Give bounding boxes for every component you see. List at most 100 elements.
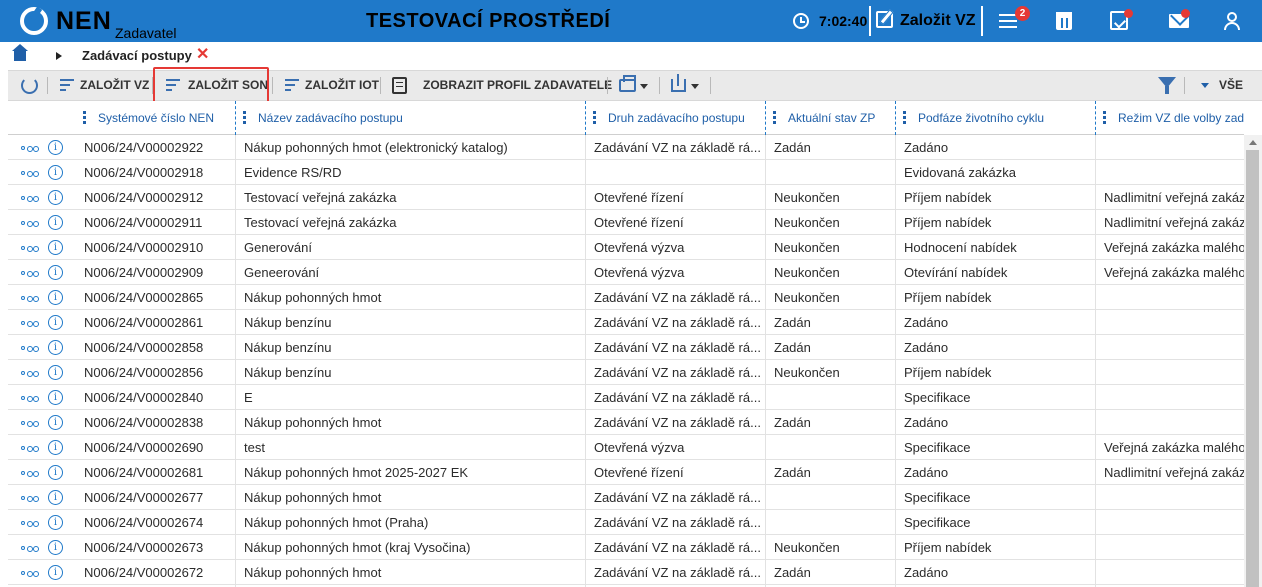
filter-all-dropdown[interactable]: VŠE	[1219, 78, 1243, 92]
column-divider[interactable]	[895, 101, 896, 135]
edit-icon[interactable]	[876, 11, 893, 28]
table-row[interactable]: i N006/24/V00002912 Testovací veřejná zaká…	[8, 185, 1244, 210]
table-row[interactable]: i N006/24/V00002672 Nákup pohonných hmot Za…	[8, 560, 1244, 585]
info-icon[interactable]: i	[48, 565, 63, 580]
more-dots-icon[interactable]	[21, 571, 39, 577]
more-dots-icon[interactable]	[21, 421, 39, 427]
cell-regime	[1104, 535, 1244, 560]
info-icon[interactable]: i	[48, 265, 63, 280]
more-dots-icon[interactable]	[21, 396, 39, 402]
more-dots-icon[interactable]	[21, 296, 39, 302]
table-row[interactable]: i N006/24/V00002838 Nákup pohonných hmot Za…	[8, 410, 1244, 435]
info-icon[interactable]: i	[48, 365, 63, 380]
home-icon[interactable]	[12, 44, 28, 61]
create-iot-button[interactable]: ZALOŽIT IOT	[305, 78, 379, 92]
more-dots-icon[interactable]	[21, 471, 39, 477]
column-header-regime[interactable]: Režim VZ dle volby zad	[1118, 101, 1244, 135]
column-header-system-number[interactable]: Systémové číslo NEN	[98, 101, 234, 135]
scroll-up-icon[interactable]	[1249, 140, 1257, 145]
column-menu-icon[interactable]	[83, 111, 86, 125]
list-icon[interactable]	[60, 79, 74, 91]
chevron-down-icon[interactable]	[691, 84, 699, 89]
column-divider[interactable]	[585, 101, 586, 135]
info-icon[interactable]: i	[48, 215, 63, 230]
column-header-name[interactable]: Název zadávacího postupu	[258, 101, 584, 135]
table-row[interactable]: i N006/24/V00002910 Generování Otevřená výz…	[8, 235, 1244, 260]
info-icon[interactable]: i	[48, 465, 63, 480]
show-profile-button[interactable]: ZOBRAZIT PROFIL ZADAVATELE	[423, 78, 612, 92]
info-icon[interactable]: i	[48, 390, 63, 405]
table-row[interactable]: i N006/24/V00002918 Evidence RS/RD Evidovan…	[8, 160, 1244, 185]
table-row[interactable]: i N006/24/V00002673 Nákup pohonných hmot (…	[8, 535, 1244, 560]
table-row[interactable]: i N006/24/V00002909 Geneerování Otevřená vý…	[8, 260, 1244, 285]
info-icon[interactable]: i	[48, 340, 63, 355]
more-dots-icon[interactable]	[21, 321, 39, 327]
column-header-state[interactable]: Aktuální stav ZP	[788, 101, 894, 135]
column-menu-icon[interactable]	[903, 111, 906, 125]
column-divider[interactable]	[1095, 101, 1096, 135]
table-row[interactable]: i N006/24/V00002856 Nákup benzínu Zadávání …	[8, 360, 1244, 385]
more-dots-icon[interactable]	[21, 446, 39, 452]
table-row[interactable]: i N006/24/V00002840 E Zadávání VZ na základ…	[8, 385, 1244, 410]
info-icon[interactable]: i	[48, 490, 63, 505]
column-menu-icon[interactable]	[593, 111, 596, 125]
breadcrumb-current[interactable]: Zadávací postupy	[82, 48, 192, 64]
share-icon[interactable]	[671, 74, 686, 92]
logo-ring-icon[interactable]	[20, 7, 48, 35]
more-dots-icon[interactable]	[21, 146, 39, 152]
logo-text[interactable]: NEN	[56, 7, 112, 35]
info-icon[interactable]: i	[48, 190, 63, 205]
more-dots-icon[interactable]	[21, 171, 39, 177]
column-menu-icon[interactable]	[773, 111, 776, 125]
chevron-down-icon[interactable]	[640, 84, 648, 89]
table-row[interactable]: i N006/24/V00002865 Nákup pohonných hmot Za…	[8, 285, 1244, 310]
more-dots-icon[interactable]	[21, 271, 39, 277]
info-icon[interactable]: i	[48, 140, 63, 155]
more-dots-icon[interactable]	[21, 496, 39, 502]
info-icon[interactable]: i	[48, 515, 63, 530]
more-dots-icon[interactable]	[21, 246, 39, 252]
column-menu-icon[interactable]	[1103, 111, 1106, 125]
more-dots-icon[interactable]	[21, 346, 39, 352]
table-row[interactable]: i N006/24/V00002922 Nákup pohonných hmot (…	[8, 135, 1244, 160]
cell-name: E	[244, 390, 253, 405]
refresh-icon[interactable]	[21, 77, 38, 94]
info-icon[interactable]: i	[48, 540, 63, 555]
column-header-subphase[interactable]: Podfáze životního cyklu	[918, 101, 1094, 135]
more-dots-icon[interactable]	[21, 196, 39, 202]
close-tab-icon[interactable]: ✕	[196, 47, 209, 63]
table-row[interactable]: i N006/24/V00002674 Nákup pohonných hmot (…	[8, 510, 1244, 535]
menu-icon[interactable]	[999, 14, 1017, 28]
more-dots-icon[interactable]	[21, 371, 39, 377]
calculator-icon[interactable]	[1056, 12, 1072, 30]
table-row[interactable]: i N006/24/V00002911 Testovací veřejná zaká…	[8, 210, 1244, 235]
print-icon[interactable]	[619, 75, 636, 92]
info-icon[interactable]: i	[48, 415, 63, 430]
profile-icon[interactable]	[392, 77, 407, 94]
filter-icon[interactable]	[1158, 77, 1176, 94]
list-icon[interactable]	[285, 79, 299, 91]
column-divider[interactable]	[235, 101, 236, 135]
column-header-type[interactable]: Druh zadávacího postupu	[608, 101, 764, 135]
scrollbar-thumb[interactable]	[1246, 150, 1259, 587]
info-icon[interactable]: i	[48, 165, 63, 180]
table-row[interactable]: i N006/24/V00002690 test Otevřená výzva Spec…	[8, 435, 1244, 460]
table-row[interactable]: i N006/24/V00002861 Nákup benzínu Zadávání …	[8, 310, 1244, 335]
column-menu-icon[interactable]	[243, 111, 246, 125]
create-vz-toolbar-button[interactable]: ZALOŽIT VZ	[80, 78, 149, 92]
column-divider[interactable]	[765, 101, 766, 135]
toolbar-divider	[659, 77, 660, 94]
more-dots-icon[interactable]	[21, 221, 39, 227]
user-icon[interactable]	[1224, 12, 1240, 30]
more-dots-icon[interactable]	[21, 546, 39, 552]
info-icon[interactable]: i	[48, 315, 63, 330]
info-icon[interactable]: i	[48, 290, 63, 305]
table-row[interactable]: i N006/24/V00002677 Nákup pohonných hmot Za…	[8, 485, 1244, 510]
info-icon[interactable]: i	[48, 240, 63, 255]
info-icon[interactable]: i	[48, 440, 63, 455]
chevron-down-icon[interactable]	[1201, 83, 1209, 88]
table-row[interactable]: i N006/24/V00002858 Nákup benzínu Zadávání …	[8, 335, 1244, 360]
more-dots-icon[interactable]	[21, 521, 39, 527]
create-vz-button[interactable]: Založit VZ	[900, 12, 976, 30]
table-row[interactable]: i N006/24/V00002681 Nákup pohonných hmot 2…	[8, 460, 1244, 485]
